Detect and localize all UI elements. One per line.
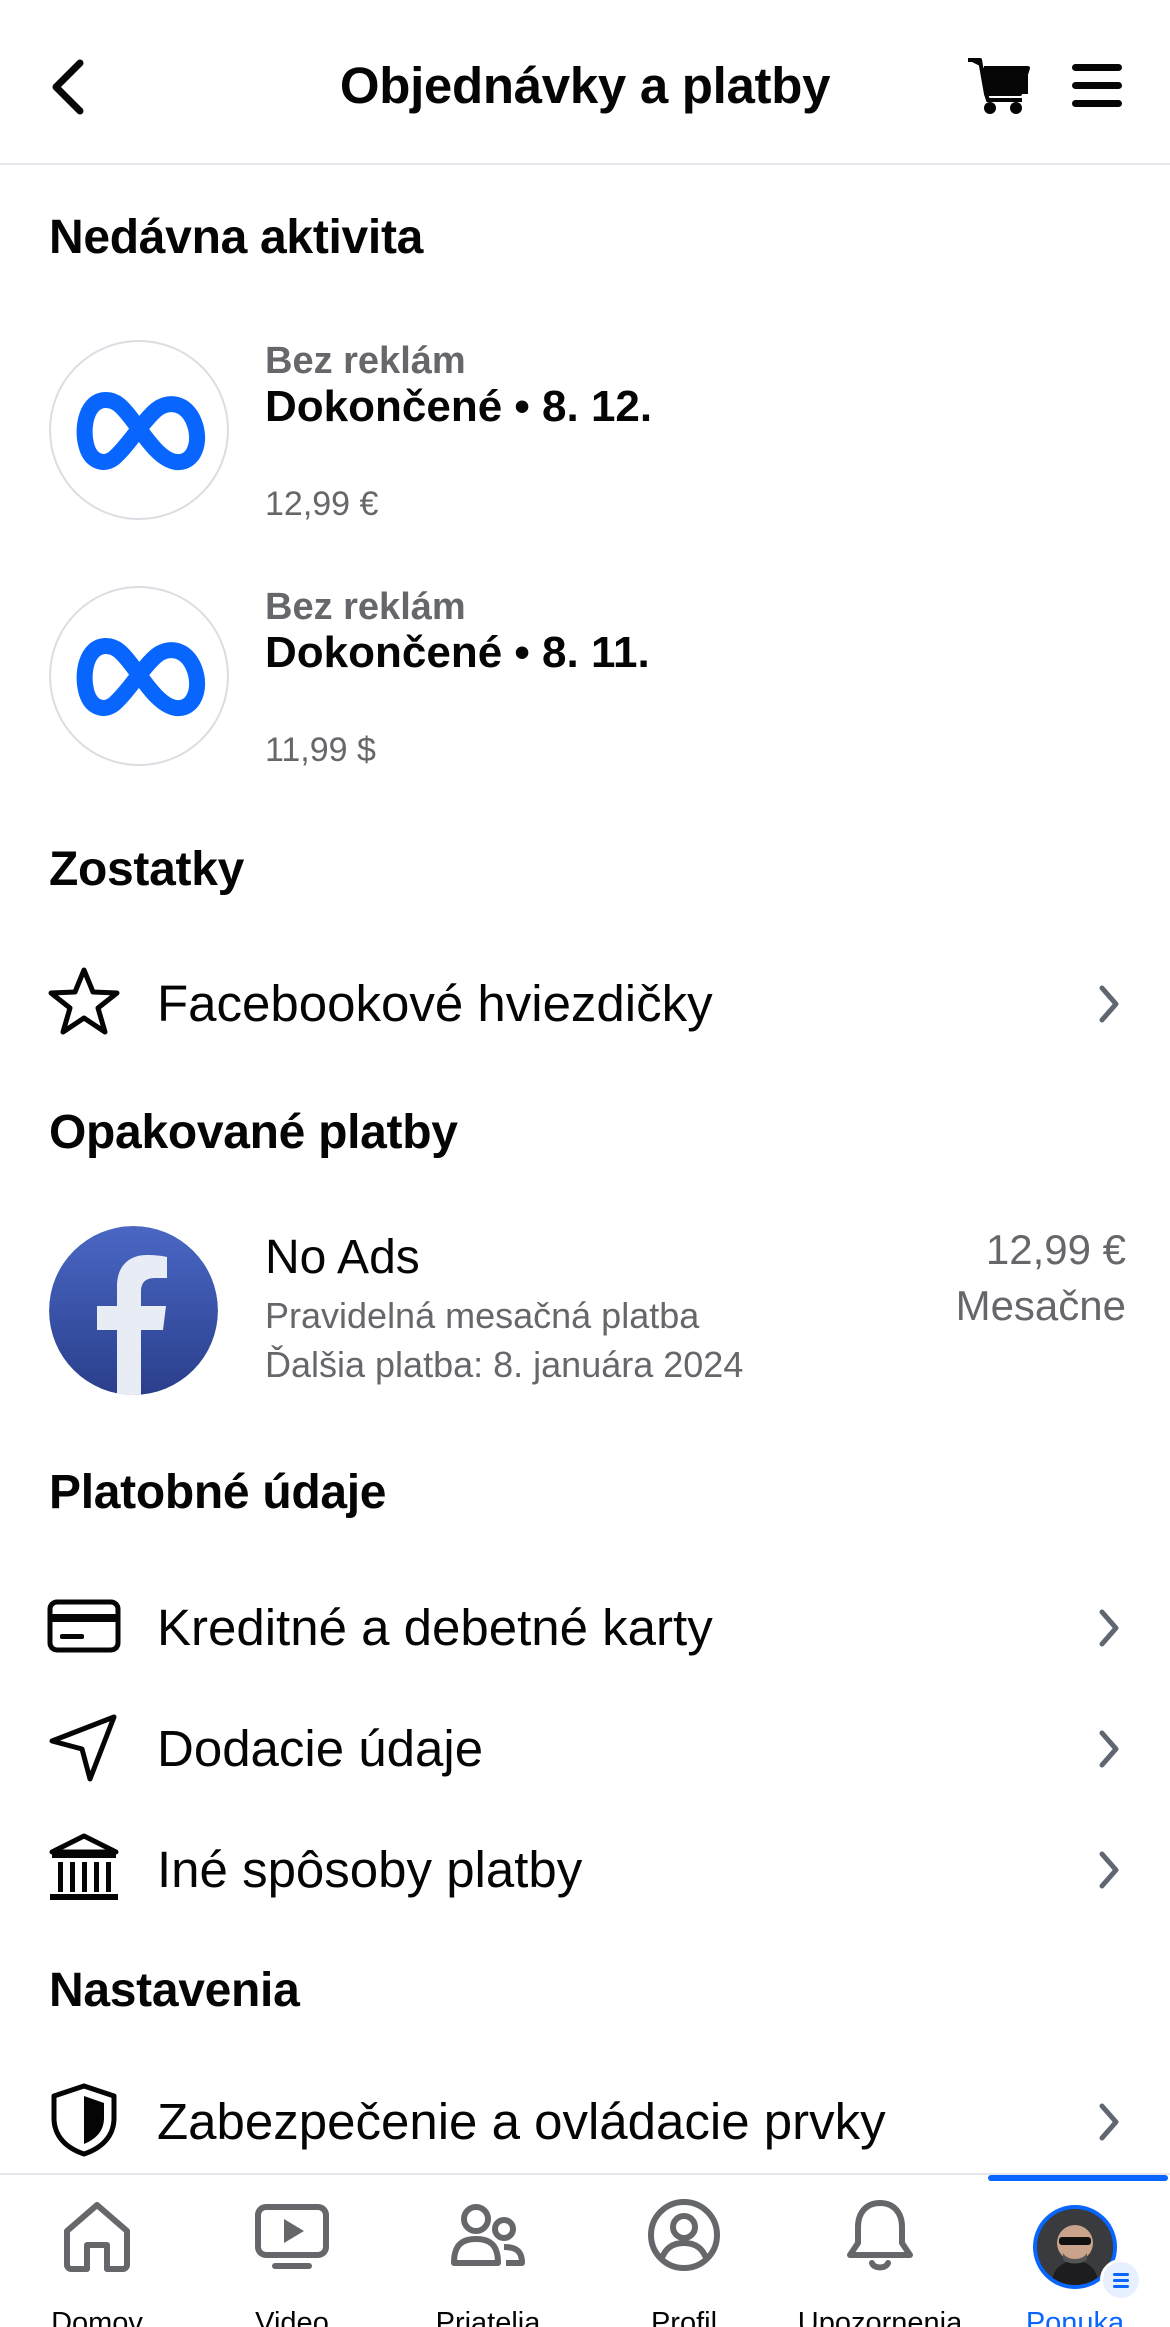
credit-card-icon <box>46 1588 122 1664</box>
tab-label: Ponuka <box>1025 2307 1125 2327</box>
shield-icon <box>46 2082 122 2158</box>
tab-notifications[interactable]: Upozornenia <box>785 2195 975 2327</box>
security-controls-row[interactable]: Zabezpečenie a ovládacie prvky <box>0 2070 1170 2170</box>
balances-heading: Zostatky <box>49 843 244 896</box>
tab-friends[interactable]: Priatelia <box>393 2195 583 2327</box>
subscription-price: 12,99 € <box>985 1226 1126 1273</box>
active-tab-indicator <box>988 2175 1168 2181</box>
bank-icon <box>46 1830 122 1906</box>
bottom-tab-bar: Domov Video Priatelia Profil Upozornenia… <box>0 2173 1170 2327</box>
profile-icon <box>644 2195 724 2275</box>
tab-home[interactable]: Domov <box>2 2195 192 2327</box>
star-icon <box>46 964 122 1040</box>
activity-kind: Bez reklám <box>265 340 466 382</box>
subscription-item[interactable]: No Ads Pravidelná mesačná platba Ďalšia … <box>0 1226 1170 1406</box>
chevron-right-icon <box>1096 1729 1122 1769</box>
tab-menu[interactable]: Ponuka <box>980 2195 1170 2327</box>
tab-video[interactable]: Video <box>197 2195 387 2327</box>
tab-label: Priatelia <box>435 2307 541 2327</box>
chevron-right-icon <box>1096 1608 1122 1648</box>
subscription-next-payment: Ďalšia platba: 8. januára 2024 <box>265 1344 744 1385</box>
tab-label: Upozornenia <box>797 2307 963 2327</box>
shipping-row[interactable]: Dodacie údaje <box>0 1697 1170 1797</box>
recent-activity-heading: Nedávna aktivita <box>49 211 424 264</box>
chevron-right-icon <box>1096 984 1122 1024</box>
row-label: Facebookové hviezdičky <box>157 975 713 1032</box>
subscription-period: Mesačne <box>955 1282 1126 1329</box>
meta-logo-icon <box>49 586 229 766</box>
tab-label: Profil <box>650 2307 718 2327</box>
row-label: Kreditné a debetné karty <box>157 1599 713 1656</box>
tab-label: Domov <box>51 2307 143 2327</box>
activity-kind: Bez reklám <box>265 586 466 628</box>
payment-info-heading: Platobné údaje <box>49 1466 387 1519</box>
subscription-name: No Ads <box>265 1231 420 1284</box>
activity-amount: 12,99 € <box>265 485 379 523</box>
facebook-logo-icon <box>49 1226 218 1395</box>
home-icon <box>57 2195 137 2275</box>
chevron-right-icon <box>1096 2102 1122 2142</box>
chevron-right-icon <box>1096 1850 1122 1890</box>
tab-label: Video <box>255 2307 329 2327</box>
bell-icon <box>840 2195 920 2275</box>
recurring-payments-heading: Opakované platby <box>49 1106 458 1159</box>
row-label: Zabezpečenie a ovládacie prvky <box>157 2093 886 2150</box>
facebook-stars-row[interactable]: Facebookové hviezdičky <box>0 952 1170 1052</box>
location-arrow-icon <box>46 1709 122 1785</box>
activity-status: Dokončené • 8. 11. <box>265 628 650 677</box>
hamburger-menu-icon[interactable] <box>1072 60 1122 112</box>
row-label: Dodacie údaje <box>157 1720 484 1777</box>
cards-row[interactable]: Kreditné a debetné karty <box>0 1576 1170 1676</box>
video-icon <box>252 2195 332 2275</box>
other-payment-methods-row[interactable]: Iné spôsoby platby <box>0 1818 1170 1918</box>
activity-status: Dokončené • 8. 12. <box>265 382 653 431</box>
tab-profile[interactable]: Profil <box>589 2195 779 2327</box>
activity-item[interactable]: Bez reklám Dokončené • 8. 11. 11,99 $ <box>0 586 1170 786</box>
cart-icon[interactable] <box>966 54 1032 120</box>
row-label: Iné spôsoby platby <box>157 1841 583 1898</box>
settings-heading: Nastavenia <box>49 1964 300 2017</box>
subscription-description: Pravidelná mesačná platba <box>265 1295 700 1336</box>
top-bar: Objednávky a platby <box>0 0 1170 165</box>
menu-badge-icon <box>1100 2259 1142 2301</box>
friends-icon <box>448 2195 528 2275</box>
activity-item[interactable]: Bez reklám Dokončené • 8. 12. 12,99 € <box>0 340 1170 540</box>
meta-logo-icon <box>49 340 229 520</box>
activity-amount: 11,99 $ <box>265 731 376 769</box>
